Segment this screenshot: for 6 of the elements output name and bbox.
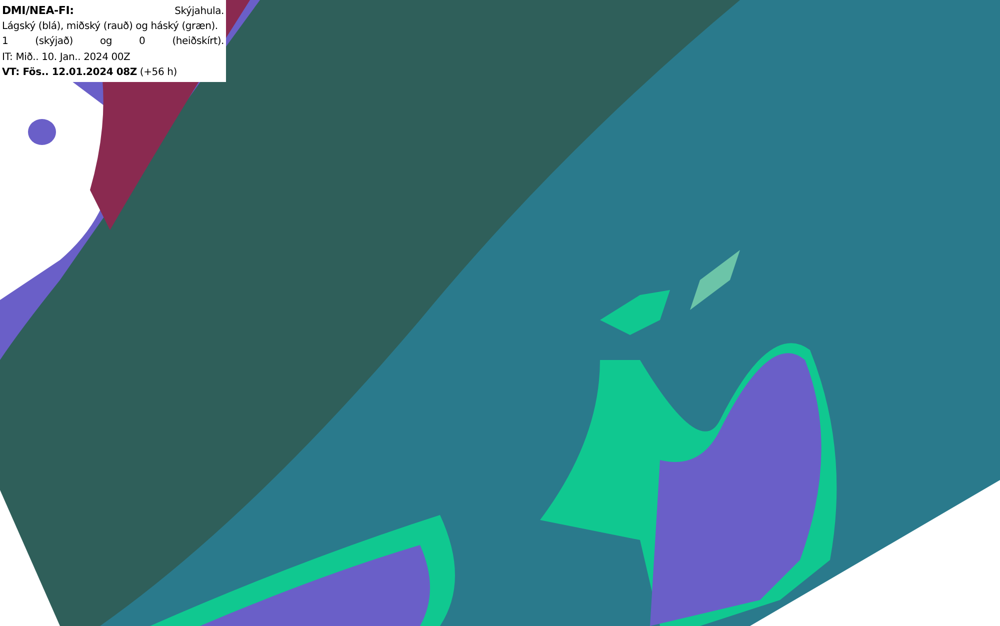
legend-text: VT: Fös.. 12.01.2024 08Z (+56 h) bbox=[2, 66, 178, 80]
legend-title: DMI/NEA-FI: bbox=[2, 3, 74, 18]
legend-text: Lágský (blá), miðský (rauð) og háský (græn). bbox=[2, 20, 219, 34]
legend-text: IT: Mið.. 10. Jan.. 2024 00Z bbox=[2, 50, 132, 65]
legend-text: 1 (skýjað) og 0 (heiðskírt). bbox=[2, 35, 224, 50]
legend-subtitle: Skýjahula. bbox=[174, 5, 224, 19]
